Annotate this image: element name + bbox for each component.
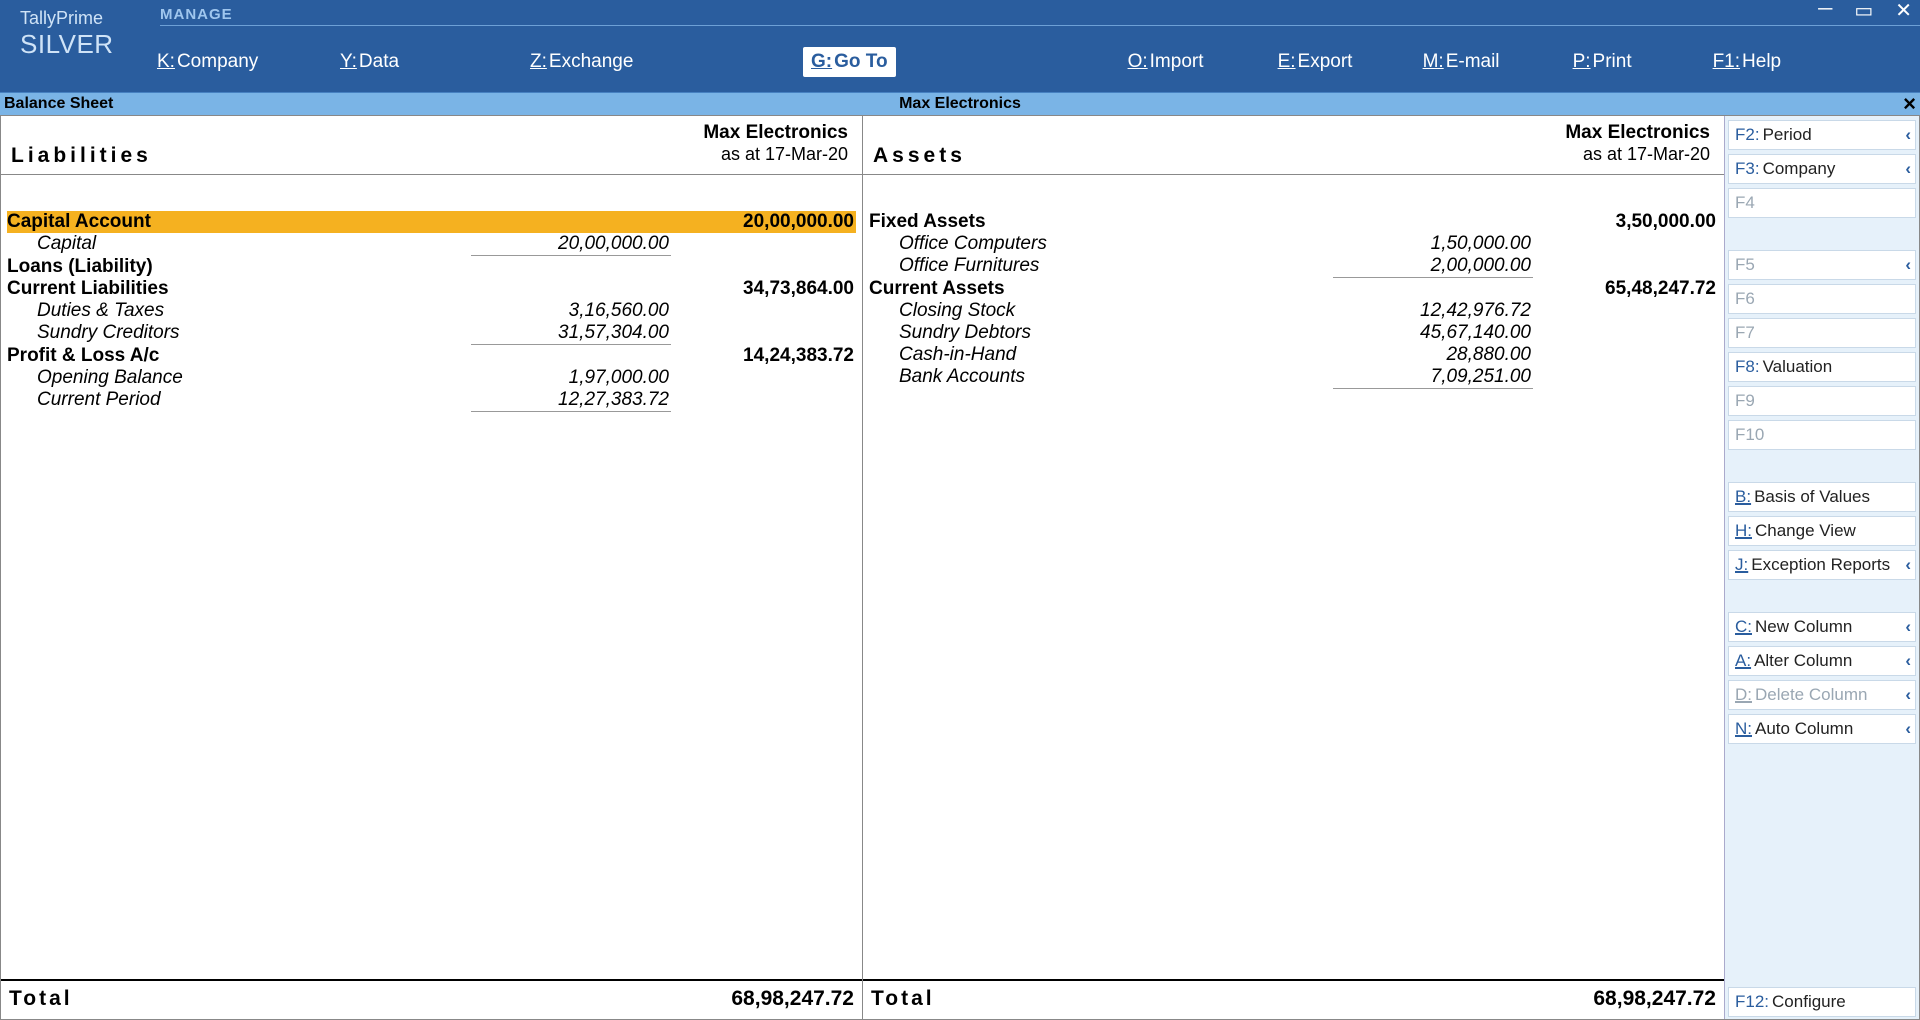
assets-heading: Assets bbox=[873, 122, 1565, 168]
side-f12-configure[interactable]: F12:Configure bbox=[1728, 987, 1916, 1017]
liabilities-total-row: Total 68,98,247.72 bbox=[1, 979, 862, 1019]
row-capital-account[interactable]: Capital Account 20,00,000.00 bbox=[7, 211, 856, 233]
row-duties-taxes[interactable]: Duties & Taxes 3,16,560.00 bbox=[7, 300, 856, 322]
chevron-left-icon: ‹ bbox=[1905, 617, 1911, 637]
row-fixed-assets[interactable]: Fixed Assets 3,50,000.00 bbox=[869, 211, 1718, 233]
side-n-auto-column[interactable]: N:Auto Column‹ bbox=[1728, 714, 1916, 744]
maximize-icon[interactable]: ▭ bbox=[1854, 0, 1873, 23]
subheader: Balance Sheet Max Electronics × bbox=[0, 92, 1920, 115]
side-f10: F10 bbox=[1728, 420, 1916, 450]
menu-exchange[interactable]: Z:Exchange bbox=[528, 47, 803, 77]
chevron-left-icon: ‹ bbox=[1905, 719, 1911, 739]
menu-data[interactable]: Y:Data bbox=[338, 47, 528, 77]
menu-email[interactable]: M:E-mail bbox=[1421, 47, 1571, 77]
row-sundry-debtors[interactable]: Sundry Debtors 45,67,140.00 bbox=[869, 322, 1718, 344]
row-office-furnitures[interactable]: Office Furnitures 2,00,000.00 bbox=[869, 255, 1718, 278]
chevron-left-icon: ‹ bbox=[1905, 255, 1911, 275]
app-edition: SILVER bbox=[20, 29, 155, 60]
row-closing-stock[interactable]: Closing Stock 12,42,976.72 bbox=[869, 300, 1718, 322]
assets-pane: Assets Max Electronics as at 17-Mar-20 F… bbox=[863, 116, 1724, 1019]
chevron-left-icon: ‹ bbox=[1905, 125, 1911, 145]
side-f8-valuation[interactable]: F8:Valuation bbox=[1728, 352, 1916, 382]
titlebar: TallyPrime SILVER MANAGE ─ ▭ ✕ K:Company… bbox=[0, 0, 1920, 92]
side-h-change-view[interactable]: H:Change View bbox=[1728, 516, 1916, 546]
liabilities-date: as at 17-Mar-20 bbox=[703, 144, 848, 165]
chevron-left-icon: ‹ bbox=[1905, 651, 1911, 671]
menu-export[interactable]: E:Export bbox=[1276, 47, 1421, 77]
side-f5: F5‹ bbox=[1728, 250, 1916, 280]
row-current-assets[interactable]: Current Assets 65,48,247.72 bbox=[869, 278, 1718, 300]
sidebar: F2:Period‹ F3:Company‹ F4 F5‹ F6 F7 F8:V… bbox=[1724, 116, 1919, 1019]
row-capital[interactable]: Capital 20,00,000.00 bbox=[7, 233, 856, 256]
menu-goto[interactable]: G:Go To bbox=[803, 47, 896, 77]
side-f2-period[interactable]: F2:Period‹ bbox=[1728, 120, 1916, 150]
row-current-period[interactable]: Current Period 12,27,383.72 bbox=[7, 389, 856, 412]
side-j-exception[interactable]: J:Exception Reports‹ bbox=[1728, 550, 1916, 580]
chevron-left-icon: ‹ bbox=[1905, 159, 1911, 179]
minimize-icon[interactable]: ─ bbox=[1818, 0, 1832, 23]
side-f3-company[interactable]: F3:Company‹ bbox=[1728, 154, 1916, 184]
side-a-alter-column[interactable]: A:Alter Column‹ bbox=[1728, 646, 1916, 676]
row-cash-in-hand[interactable]: Cash-in-Hand 28,880.00 bbox=[869, 344, 1718, 366]
row-current-liabilities[interactable]: Current Liabilities 34,73,864.00 bbox=[7, 278, 856, 300]
side-b-basis[interactable]: B:Basis of Values bbox=[1728, 482, 1916, 512]
row-opening-balance[interactable]: Opening Balance 1,97,000.00 bbox=[7, 367, 856, 389]
side-c-new-column[interactable]: C:New Column‹ bbox=[1728, 612, 1916, 642]
company-name: Max Electronics bbox=[899, 95, 1021, 113]
chevron-left-icon: ‹ bbox=[1905, 685, 1911, 705]
manage-label[interactable]: MANAGE bbox=[160, 6, 1920, 26]
side-f7: F7 bbox=[1728, 318, 1916, 348]
report-title: Balance Sheet bbox=[0, 95, 113, 113]
side-d-delete-column: D:Delete Column‹ bbox=[1728, 680, 1916, 710]
row-loans-liability[interactable]: Loans (Liability) bbox=[7, 256, 856, 278]
assets-company: Max Electronics bbox=[1565, 122, 1710, 144]
side-f6: F6 bbox=[1728, 284, 1916, 314]
app-name: TallyPrime bbox=[20, 8, 155, 29]
liabilities-pane: Liabilities Max Electronics as at 17-Mar… bbox=[1, 116, 863, 1019]
side-f9: F9 bbox=[1728, 386, 1916, 416]
chevron-left-icon: ‹ bbox=[1905, 555, 1911, 575]
main-menu: K:Company Y:Data Z:Exchange G:Go To O:Im… bbox=[155, 32, 1920, 92]
row-sundry-creditors[interactable]: Sundry Creditors 31,57,304.00 bbox=[7, 322, 856, 345]
subheader-close-icon[interactable]: × bbox=[1903, 95, 1916, 113]
row-bank-accounts[interactable]: Bank Accounts 7,09,251.00 bbox=[869, 366, 1718, 389]
main-area: Liabilities Max Electronics as at 17-Mar… bbox=[0, 115, 1920, 1020]
balance-sheet: Liabilities Max Electronics as at 17-Mar… bbox=[1, 116, 1724, 1019]
liabilities-heading: Liabilities bbox=[11, 122, 703, 168]
side-f4: F4 bbox=[1728, 188, 1916, 218]
liabilities-company: Max Electronics bbox=[703, 122, 848, 144]
menu-company[interactable]: K:Company bbox=[155, 47, 338, 77]
assets-total-row: Total 68,98,247.72 bbox=[863, 979, 1724, 1019]
manage-row: MANAGE ─ ▭ ✕ bbox=[155, 0, 1920, 32]
row-office-computers[interactable]: Office Computers 1,50,000.00 bbox=[869, 233, 1718, 255]
menu-help[interactable]: F1:Help bbox=[1711, 47, 1784, 77]
menu-import[interactable]: O:Import bbox=[1126, 47, 1276, 77]
row-profit-loss[interactable]: Profit & Loss A/c 14,24,383.72 bbox=[7, 345, 856, 367]
assets-date: as at 17-Mar-20 bbox=[1565, 144, 1710, 165]
logo: TallyPrime SILVER bbox=[0, 0, 155, 92]
menu-print[interactable]: P:Print bbox=[1571, 47, 1711, 77]
close-icon[interactable]: ✕ bbox=[1895, 0, 1912, 23]
